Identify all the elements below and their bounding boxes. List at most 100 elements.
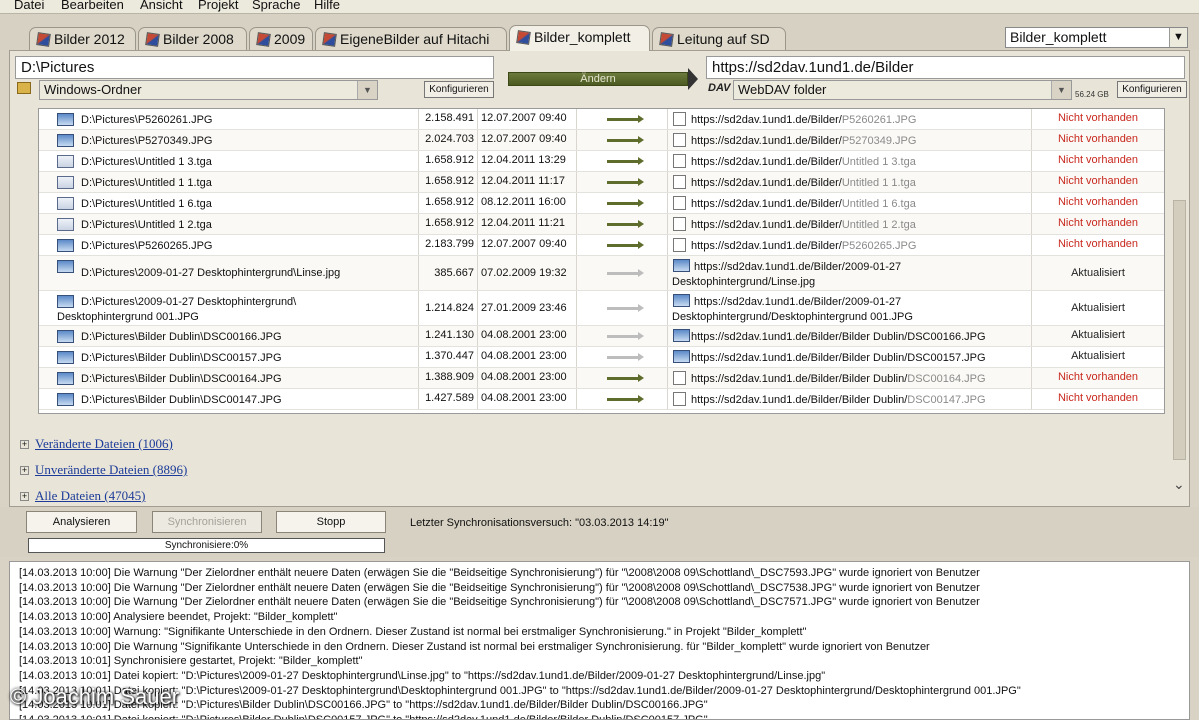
destination-base: https://sd2dav.1und1.de/Bilder/ [691, 219, 842, 231]
table-row[interactable]: D:\Pictures\Untitled 1 6.tga 1.658.912 08.… [39, 193, 1164, 214]
table-row[interactable]: D:\Pictures\2009-01-27 Desktophintergrun… [39, 291, 1164, 326]
tab-eigene-bilder-hitachi[interactable]: EigeneBilder auf Hitachi [315, 27, 507, 51]
right-folder-type-select[interactable]: WebDAV folder ▼ [733, 80, 1072, 100]
status-cell: Nicht vorhanden [1057, 238, 1139, 250]
destination-path: https://sd2dav.1und1.de/Bilder/Bilder Du… [691, 331, 986, 343]
table-row[interactable]: D:\Pictures\Untitled 1 2.tga 1.658.912 12.… [39, 214, 1164, 235]
sync-arrow-icon [607, 244, 639, 247]
tree-label[interactable]: Veränderte Dateien (1006) [35, 436, 173, 451]
sync-direction-cell[interactable] [577, 214, 668, 234]
sync-direction-cell[interactable] [577, 256, 668, 290]
chevron-down-icon[interactable]: ▼ [1169, 28, 1187, 47]
left-path-value: D:\Pictures [21, 59, 95, 76]
date-cell: 07.02.2009 19:32 [478, 256, 577, 290]
tab-label: 2009 [274, 31, 306, 47]
project-select[interactable]: Bilder_komplett ▼ [1005, 27, 1188, 48]
left-configure-button[interactable]: Konfigurieren [424, 81, 494, 98]
left-path-input[interactable]: D:\Pictures [15, 56, 494, 79]
expand-icon[interactable]: + [20, 440, 29, 449]
table-row[interactable]: D:\Pictures\P5260265.JPG 2.183.799 12.07.2… [39, 235, 1164, 256]
sync-direction-cell[interactable] [577, 172, 668, 192]
sync-direction-cell[interactable] [577, 130, 668, 150]
right-configure-button[interactable]: Konfigurieren [1117, 81, 1187, 98]
table-row[interactable]: D:\Pictures\Untitled 1 3.tga 1.658.912 12.… [39, 151, 1164, 172]
chevron-down-icon[interactable]: ▼ [357, 81, 377, 99]
arrow-head-icon [638, 220, 644, 228]
status-cell: Nicht vorhanden [1057, 175, 1139, 187]
analyze-button[interactable]: Analysieren [26, 511, 137, 533]
sync-direction-cell[interactable] [577, 291, 668, 325]
table-row[interactable]: D:\Pictures\Bilder Dublin\DSC00147.JPG 1.… [39, 389, 1164, 410]
left-folder-type-select[interactable]: Windows-Ordner ▼ [39, 80, 378, 100]
sync-direction-cell[interactable] [577, 368, 668, 388]
tree-all-files[interactable]: + Alle Dateien (47045) [20, 488, 145, 504]
size-cell: 1.658.912 [419, 193, 478, 213]
menu-hilfe[interactable]: Hilfe [314, 0, 340, 12]
status-cell: Nicht vorhanden [1057, 112, 1139, 124]
arrow-head-icon [638, 241, 644, 249]
sync-direction-cell[interactable] [577, 109, 668, 129]
arrow-head-icon [638, 304, 644, 312]
project-cube-icon [516, 30, 531, 45]
document-icon [673, 133, 686, 147]
tree-changed-files[interactable]: + Veränderte Dateien (1006) [20, 436, 173, 452]
source-path: D:\Pictures\Untitled 1 1.tga [81, 177, 212, 189]
date-cell: 27.01.2009 23:46 [478, 291, 577, 325]
arrow-head-icon [638, 136, 644, 144]
chevron-down-icon[interactable]: ⌄ [1173, 476, 1185, 493]
scrollbar-thumb[interactable] [1173, 200, 1186, 460]
destination-file: DSC00147.JPG [907, 394, 986, 406]
menu-ansicht[interactable]: Ansicht [140, 0, 183, 12]
source-cell: D:\Pictures\P5260265.JPG [39, 235, 419, 255]
menu-datei[interactable]: Datei [14, 0, 44, 12]
destination-cell: https://sd2dav.1und1.de/Bilder/P5260261.… [668, 109, 1032, 129]
image-file-icon [673, 350, 690, 363]
menu-projekt[interactable]: Projekt [198, 0, 238, 12]
stop-button[interactable]: Stopp [276, 511, 386, 533]
sync-direction-cell[interactable] [577, 347, 668, 367]
menu-bearbeiten[interactable]: Bearbeiten [61, 0, 124, 12]
source-cell: D:\Pictures\Bilder Dublin\DSC00166.JPG [39, 326, 419, 346]
tab-leitung-auf-sd[interactable]: Leitung auf SD [652, 27, 786, 51]
synchronize-button[interactable]: Synchronisieren [152, 511, 262, 533]
document-icon [673, 238, 686, 252]
table-row[interactable]: D:\Pictures\P5270349.JPG 2.024.703 12.07.2… [39, 130, 1164, 151]
table-row[interactable]: D:\Pictures\Untitled 1 1.tga 1.658.912 12.… [39, 172, 1164, 193]
table-row[interactable]: D:\Pictures\Bilder Dublin\DSC00166.JPG 1.… [39, 326, 1164, 347]
sync-direction-cell[interactable] [577, 151, 668, 171]
source-path: D:\Pictures\2009-01-27 Desktophintergrun… [81, 296, 297, 308]
sync-direction-cell[interactable] [577, 193, 668, 213]
change-direction-button[interactable]: Ändern [508, 72, 688, 86]
document-icon [673, 175, 686, 189]
tab-bilder-komplett[interactable]: Bilder_komplett [509, 25, 650, 51]
menu-sprache[interactable]: Sprache [252, 0, 300, 12]
tab-bilder-2008[interactable]: Bilder 2008 [138, 27, 247, 51]
expand-icon[interactable]: + [20, 466, 29, 475]
chevron-down-icon[interactable]: ▼ [1051, 81, 1071, 99]
right-path-input[interactable]: https://sd2dav.1und1.de/Bilder [706, 56, 1185, 79]
log-line: [14.03.2013 10:00] Warnung: "Signifikant… [19, 625, 807, 638]
sync-direction-cell[interactable] [577, 389, 668, 409]
arrow-head-icon [638, 374, 644, 382]
destination-base: https://sd2dav.1und1.de/Bilder/ [691, 177, 842, 189]
size-cell: 1.658.912 [419, 151, 478, 171]
sync-direction-cell[interactable] [577, 326, 668, 346]
source-cell: D:\Pictures\P5270349.JPG [39, 130, 419, 150]
table-row[interactable]: D:\Pictures\Bilder Dublin\DSC00164.JPG 1.… [39, 368, 1164, 389]
destination-path: https://sd2dav.1und1.de/Bilder/Untitled … [691, 156, 916, 168]
destination-base: https://sd2dav.1und1.de/Bilder/ [691, 135, 842, 147]
expand-icon[interactable]: + [20, 492, 29, 501]
document-icon [673, 112, 686, 126]
source-path: D:\Pictures\Bilder Dublin\DSC00147.JPG [81, 394, 282, 406]
sync-direction-cell[interactable] [577, 235, 668, 255]
table-row[interactable]: D:\Pictures\Bilder Dublin\DSC00157.JPG 1.… [39, 347, 1164, 368]
tab-bilder-2012[interactable]: Bilder 2012 [29, 27, 136, 51]
tree-label[interactable]: Alle Dateien (47045) [35, 488, 145, 503]
tree-label[interactable]: Unveränderte Dateien (8896) [35, 462, 187, 477]
destination-cell: https://sd2dav.1und1.de/Bilder/Untitled … [668, 214, 1032, 234]
table-row[interactable]: D:\Pictures\P5260261.JPG 2.158.491 12.07.2… [39, 109, 1164, 130]
tab-2009[interactable]: 2009 [249, 27, 313, 51]
table-row[interactable]: D:\Pictures\2009-01-27 Desktophintergrun… [39, 256, 1164, 291]
log-panel[interactable]: [14.03.2013 10:00] Die Warnung "Der Ziel… [9, 561, 1190, 720]
tree-unchanged-files[interactable]: + Unveränderte Dateien (8896) [20, 462, 187, 478]
